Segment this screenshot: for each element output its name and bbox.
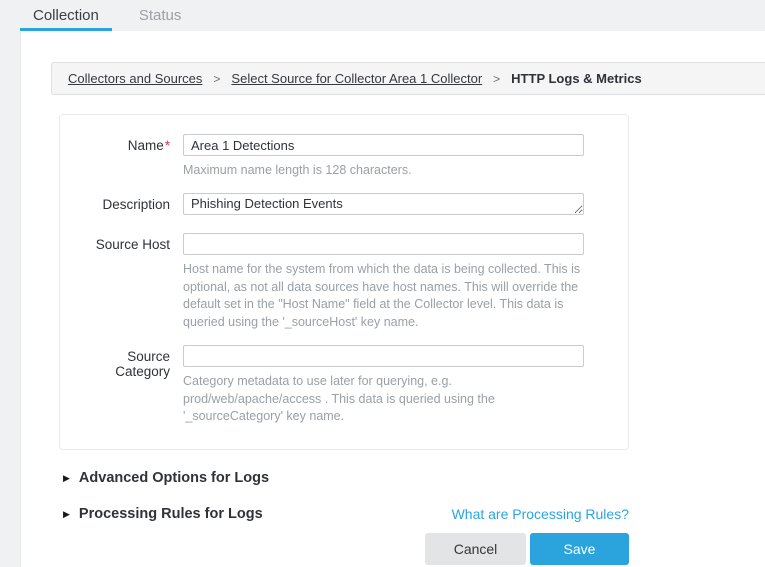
source-host-input[interactable] [183, 233, 584, 255]
source-host-row: Source Host Host name for the system fro… [80, 233, 628, 332]
source-category-row: Source Category Category metadata to use… [80, 345, 628, 426]
cancel-button[interactable]: Cancel [425, 533, 526, 565]
tab-status-label: Status [139, 7, 182, 24]
content-area: Collectors and Sources > Select Source f… [20, 31, 765, 567]
name-input[interactable] [183, 134, 584, 156]
source-host-helper-text: Host name for the system from which the … [183, 261, 584, 332]
breadcrumb-link-select-source[interactable]: Select Source for Collector Area 1 Colle… [231, 71, 482, 86]
required-asterisk: * [165, 138, 170, 153]
advanced-options-title: Advanced Options for Logs [79, 470, 269, 486]
description-input[interactable]: Phishing Detection Events [183, 193, 584, 215]
expander-triangle-icon: ▶ [63, 510, 70, 519]
breadcrumb-separator-icon: > [213, 72, 220, 86]
description-label: Description [80, 193, 170, 220]
breadcrumb: Collectors and Sources > Select Source f… [51, 62, 765, 95]
name-label: Name* [80, 134, 170, 180]
tab-collection[interactable]: Collection [20, 0, 112, 31]
advanced-options-toggle[interactable]: ▶ Advanced Options for Logs [63, 470, 269, 486]
name-helper-text: Maximum name length is 128 characters. [183, 162, 584, 180]
description-row: Description Phishing Detection Events [80, 193, 628, 220]
breadcrumb-current-page: HTTP Logs & Metrics [511, 71, 642, 86]
app-window: Collection Status Collectors and Sources… [0, 0, 765, 567]
tab-collection-label: Collection [33, 7, 99, 24]
what-are-processing-rules-link[interactable]: What are Processing Rules? [452, 506, 629, 522]
processing-rules-section: ▶ Processing Rules for Logs What are Pro… [63, 506, 629, 522]
source-category-label: Source Category [80, 345, 170, 426]
breadcrumb-link-collectors-and-sources[interactable]: Collectors and Sources [68, 71, 202, 86]
expander-triangle-icon: ▶ [63, 474, 70, 483]
tab-bar: Collection Status [20, 0, 194, 31]
source-category-input[interactable] [183, 345, 584, 367]
save-button[interactable]: Save [530, 533, 629, 565]
tab-status[interactable]: Status [126, 0, 195, 31]
processing-rules-toggle[interactable]: ▶ Processing Rules for Logs [63, 506, 263, 522]
name-row: Name* Maximum name length is 128 charact… [80, 134, 628, 180]
source-host-label: Source Host [80, 233, 170, 332]
breadcrumb-separator-icon: > [493, 72, 500, 86]
advanced-options-section: ▶ Advanced Options for Logs [63, 470, 629, 486]
form-actions: Cancel Save [59, 533, 629, 565]
processing-rules-title: Processing Rules for Logs [79, 506, 263, 522]
source-config-card: Name* Maximum name length is 128 charact… [59, 114, 629, 450]
source-category-helper-text: Category metadata to use later for query… [183, 373, 584, 426]
